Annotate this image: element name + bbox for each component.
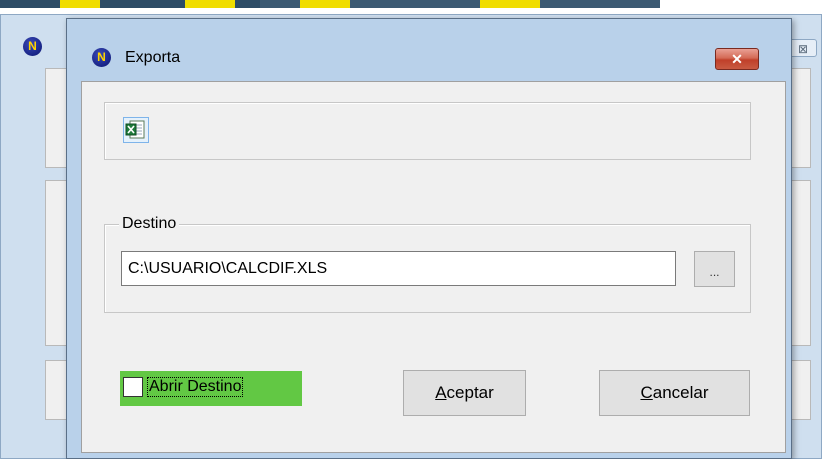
open-destination-label[interactable]: Abrir Destino: [146, 377, 244, 397]
dialog-title: Exporta: [125, 49, 181, 66]
destination-legend: Destino: [119, 214, 180, 234]
close-button[interactable]: ✕: [715, 48, 759, 70]
excel-export-button[interactable]: [123, 117, 149, 143]
open-destination-checkbox[interactable]: [123, 377, 143, 397]
destination-path-input[interactable]: [121, 251, 676, 286]
app-logo-icon: N: [92, 48, 111, 67]
dialog-client-area: Destino ... Abrir Destino Aceptar Cancel…: [81, 81, 786, 453]
open-destination-option[interactable]: Abrir Destino: [120, 371, 302, 406]
background-close-icon[interactable]: ⊠: [789, 39, 817, 57]
app-logo-icon: N: [23, 37, 42, 56]
cancel-mnemonic: C: [640, 383, 653, 402]
close-icon: ✕: [731, 51, 743, 67]
accept-button[interactable]: Aceptar: [403, 370, 526, 416]
excel-icon: [125, 120, 145, 139]
cancel-label: ancelar: [652, 383, 709, 402]
cancel-button[interactable]: Cancelar: [599, 370, 750, 416]
export-dialog: N Exporta ✕ Destino ...: [66, 18, 792, 459]
export-format-group: [104, 102, 751, 160]
destination-group: Destino ...: [104, 214, 751, 313]
dialog-titlebar[interactable]: N Exporta ✕: [67, 19, 791, 81]
accept-mnemonic: A: [435, 383, 447, 402]
accept-label: ceptar: [446, 383, 494, 402]
browse-button[interactable]: ...: [694, 251, 735, 287]
